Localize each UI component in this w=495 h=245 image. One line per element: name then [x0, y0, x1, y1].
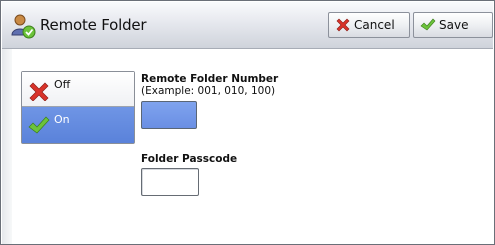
page-title: Remote Folder: [40, 16, 147, 34]
option-on-label: On: [54, 113, 70, 126]
folder-passcode-field[interactable]: [141, 168, 199, 196]
check-icon: [420, 17, 436, 33]
on-off-selector: Off On: [21, 71, 135, 144]
title-bar: Remote Folder Cancel Save: [2, 2, 493, 49]
cancel-label: Cancel: [354, 18, 395, 32]
left-panel-shade: [2, 49, 12, 244]
option-off-label: Off: [54, 78, 71, 91]
user-folder-icon: [10, 13, 36, 39]
x-icon: [335, 17, 351, 33]
x-icon: [28, 81, 50, 102]
check-icon: [28, 116, 50, 136]
save-label: Save: [439, 18, 469, 32]
remote-folder-number-label: Remote Folder Number: [141, 73, 279, 85]
remote-folder-dialog: Remote Folder Cancel Save Off On Remote …: [0, 0, 495, 245]
option-off[interactable]: Off: [22, 72, 134, 107]
remote-folder-number-hint: (Example: 001, 010, 100): [141, 85, 276, 97]
folder-passcode-label: Folder Passcode: [141, 153, 238, 165]
option-on[interactable]: On: [22, 107, 134, 143]
remote-folder-number-field[interactable]: [141, 101, 197, 129]
cancel-button[interactable]: Cancel: [328, 12, 410, 38]
save-button[interactable]: Save: [413, 12, 493, 38]
